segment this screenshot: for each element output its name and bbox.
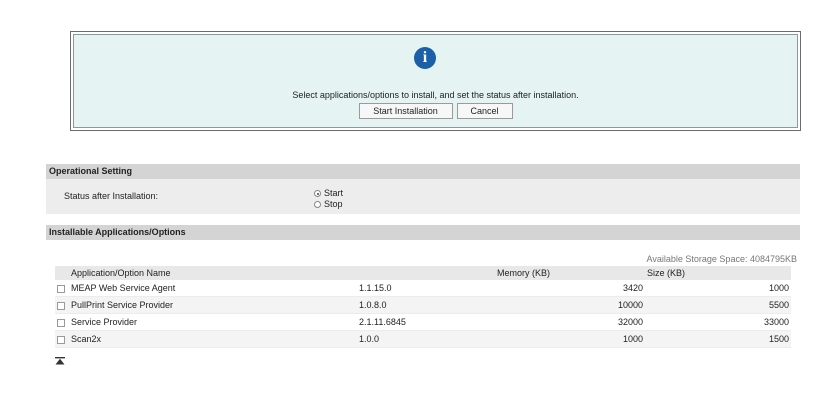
app-size: 5500	[645, 296, 791, 314]
app-version: 1.1.15.0	[357, 280, 495, 297]
app-memory: 3420	[495, 280, 645, 297]
table-row[interactable]: Scan2x 1.0.0 1000 1500	[55, 330, 791, 348]
row-checkbox[interactable]	[57, 301, 65, 310]
scroll-top-glyph	[55, 357, 65, 365]
start-installation-button[interactable]: Start Installation	[358, 103, 453, 119]
app-memory: 1000	[495, 330, 645, 348]
app-size: 33000	[645, 313, 791, 331]
operational-setting-body: Status after Installation: Start Stop	[46, 179, 800, 214]
row-checkbox[interactable]	[57, 284, 65, 293]
table-header-row: Application/Option Name Memory (KB) Size…	[55, 266, 791, 280]
radio-start-label: Start	[324, 188, 344, 198]
app-version: 1.0.8.0	[357, 296, 495, 314]
info-panel: i Select applications/options to install…	[73, 34, 798, 128]
col-size: Size (KB)	[645, 266, 791, 280]
radio-stop[interactable]: Stop	[314, 199, 343, 209]
app-size: 1500	[645, 330, 791, 348]
app-version: 2.1.11.6845	[357, 313, 495, 331]
app-version: 1.0.0	[357, 330, 495, 348]
app-size: 1000	[645, 280, 791, 297]
app-name: Scan2x	[69, 330, 357, 348]
available-storage: Available Storage Space: 4084795KB	[646, 254, 797, 264]
col-memory: Memory (KB)	[495, 266, 645, 280]
status-after-installation-label: Status after Installation:	[64, 191, 159, 201]
scroll-top-icon[interactable]	[55, 357, 65, 367]
header-checkbox-cell	[55, 266, 69, 280]
col-name: Application/Option Name	[69, 266, 357, 280]
radio-stop-icon[interactable]	[314, 201, 321, 208]
radio-stop-label: Stop	[324, 199, 343, 209]
app-name: PullPrint Service Provider	[69, 296, 357, 314]
info-message: Select applications/options to install, …	[292, 90, 579, 100]
table-row[interactable]: PullPrint Service Provider 1.0.8.0 10000…	[55, 296, 791, 314]
row-checkbox[interactable]	[57, 318, 65, 327]
app-memory: 10000	[495, 296, 645, 314]
installable-apps-header: Installable Applications/Options	[46, 225, 800, 240]
info-dialog: i Select applications/options to install…	[70, 31, 801, 131]
app-name: MEAP Web Service Agent	[69, 280, 357, 297]
apps-table: Application/Option Name Memory (KB) Size…	[55, 266, 791, 348]
radio-start-icon[interactable]	[314, 190, 321, 197]
app-memory: 32000	[495, 313, 645, 331]
row-checkbox[interactable]	[57, 335, 65, 344]
table-row[interactable]: Service Provider 2.1.11.6845 32000 33000	[55, 313, 791, 331]
dialog-buttons: Start Installation Cancel	[74, 103, 797, 119]
info-icon: i	[414, 47, 436, 69]
operational-setting-header: Operational Setting	[46, 164, 800, 179]
cancel-button[interactable]: Cancel	[456, 103, 513, 119]
table-row[interactable]: MEAP Web Service Agent 1.1.15.0 3420 100…	[55, 280, 791, 297]
radio-start[interactable]: Start	[314, 188, 343, 198]
col-version	[357, 266, 495, 280]
app-name: Service Provider	[69, 313, 357, 331]
